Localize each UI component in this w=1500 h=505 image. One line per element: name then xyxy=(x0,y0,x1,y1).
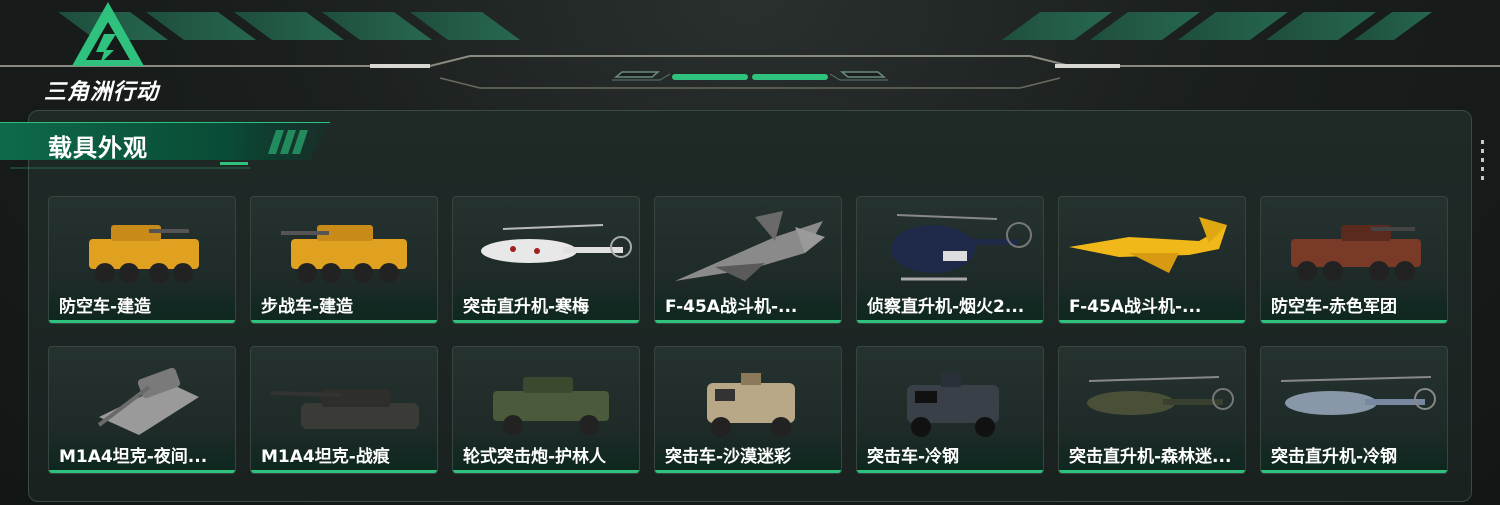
card-accent-bar xyxy=(1059,320,1245,323)
helicopter-icon xyxy=(1280,376,1436,415)
vehicle-card[interactable]: 防空车-建造 xyxy=(48,196,236,324)
vehicle-card[interactable]: 突击直升机-森林迷... xyxy=(1058,346,1246,474)
tank-icon xyxy=(97,367,199,435)
card-accent-bar xyxy=(49,320,235,323)
card-label: 突击直升机-寒梅 xyxy=(463,297,590,317)
vehicle-card[interactable]: M1A4坦克-夜间... xyxy=(48,346,236,474)
jet-icon xyxy=(675,211,825,281)
section-title: 载具外观 xyxy=(48,134,148,162)
card-label: F-45A战斗机-... xyxy=(1069,297,1202,317)
card-label: 突击直升机-森林迷... xyxy=(1069,447,1232,467)
helicopter-icon xyxy=(481,224,632,263)
card-label: 突击直升机-冷钢 xyxy=(1271,447,1398,467)
vehicle-card[interactable]: 突击车-沙漠迷彩 xyxy=(654,346,842,474)
vehicle-card[interactable]: F-45A战斗机-... xyxy=(654,196,842,324)
vehicle-card[interactable]: 突击直升机-寒梅 xyxy=(452,196,640,324)
card-accent-bar xyxy=(49,470,235,473)
tank-icon xyxy=(270,389,419,429)
card-label: M1A4坦克-夜间... xyxy=(59,447,208,467)
card-label: 侦察直升机-烟火2... xyxy=(867,297,1025,317)
card-label: 突击车-沙漠迷彩 xyxy=(665,447,792,467)
card-accent-bar xyxy=(1261,470,1447,473)
card-accent-bar xyxy=(655,320,841,323)
armored-car-icon xyxy=(907,373,999,437)
vehicle-card[interactable]: 轮式突击炮-护林人 xyxy=(452,346,640,474)
jet-icon xyxy=(1069,217,1227,273)
card-accent-bar xyxy=(453,320,639,323)
vehicle-card[interactable]: 突击直升机-冷钢 xyxy=(1260,346,1448,474)
vehicle-card[interactable]: 防空车-赤色军团 xyxy=(1260,196,1448,324)
card-accent-bar xyxy=(1059,470,1245,473)
scout-helicopter-icon xyxy=(891,214,1032,281)
card-accent-bar xyxy=(1261,320,1447,323)
card-accent-bar xyxy=(251,320,437,323)
apc-wheeled-icon xyxy=(1291,225,1421,281)
card-label: 轮式突击炮-护林人 xyxy=(463,447,607,467)
vehicle-card[interactable]: 步战车-建造 xyxy=(250,196,438,324)
card-accent-bar xyxy=(655,470,841,473)
card-accent-bar xyxy=(857,320,1043,323)
card-label: 防空车-赤色军团 xyxy=(1271,297,1398,317)
helicopter-icon xyxy=(1087,376,1234,415)
card-accent-bar xyxy=(857,470,1043,473)
vehicle-card[interactable]: M1A4坦克-战痕 xyxy=(250,346,438,474)
card-accent-bar xyxy=(453,470,639,473)
vehicle-card[interactable]: 突击车-冷钢 xyxy=(856,346,1044,474)
game-logo-text: 三角洲行动 xyxy=(44,80,160,105)
card-label: F-45A战斗机-... xyxy=(665,297,798,317)
card-label: M1A4坦克-战痕 xyxy=(261,447,390,467)
header-decoration xyxy=(0,12,1500,89)
scroll-indicator[interactable] xyxy=(1480,140,1486,180)
vehicle-card[interactable]: 侦察直升机-烟火2... xyxy=(856,196,1044,324)
card-accent-bar xyxy=(251,470,437,473)
armored-car-icon xyxy=(493,377,609,435)
apc-wheeled-icon xyxy=(89,225,199,283)
card-label: 防空车-建造 xyxy=(59,297,152,317)
card-label: 突击车-冷钢 xyxy=(867,447,960,467)
apc-wheeled-icon xyxy=(281,225,407,283)
armored-car-icon xyxy=(707,373,795,437)
card-label: 步战车-建造 xyxy=(261,297,354,317)
vehicle-card[interactable]: F-45A战斗机-... xyxy=(1058,196,1246,324)
